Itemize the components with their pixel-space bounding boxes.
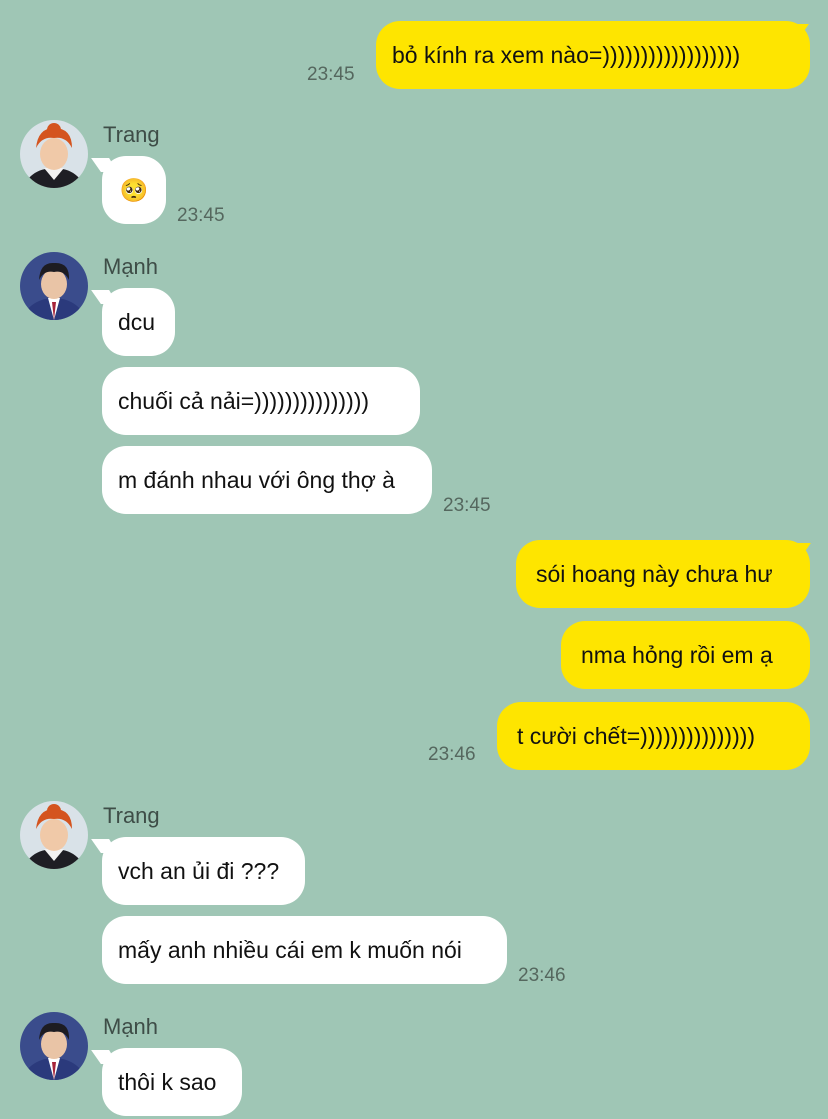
sender-name: Trang bbox=[103, 803, 160, 828]
avatar-trang-image bbox=[20, 801, 88, 869]
message-bubble-outgoing[interactable]: bỏ kính ra xem nào=)))))))))))))))))) bbox=[376, 21, 810, 89]
avatar-manh[interactable] bbox=[20, 1012, 88, 1080]
avatar-manh[interactable] bbox=[20, 252, 88, 320]
sender-name: Mạnh bbox=[103, 1014, 159, 1039]
message-bubble-incoming[interactable]: mấy anh nhiều cái em k muốn nói bbox=[102, 916, 507, 984]
message-timestamp: 23:46 bbox=[428, 744, 476, 765]
avatar-trang-image bbox=[20, 120, 88, 188]
message-bubble-incoming[interactable]: dcu bbox=[102, 288, 175, 356]
avatar-manh-image bbox=[20, 1012, 88, 1080]
avatar-trang[interactable] bbox=[20, 120, 88, 188]
sender-name: Trang bbox=[103, 122, 160, 147]
message-bubble-outgoing[interactable]: t cười chết=))))))))))))))) bbox=[497, 702, 810, 770]
message-timestamp: 23:45 bbox=[307, 64, 355, 85]
message-bubble-incoming[interactable]: thôi k sao bbox=[102, 1048, 242, 1116]
message-timestamp: 23:45 bbox=[177, 205, 225, 226]
message-bubble-incoming[interactable]: 🥺 bbox=[102, 156, 166, 224]
avatar-manh-image bbox=[20, 252, 88, 320]
message-timestamp: 23:46 bbox=[518, 965, 566, 986]
message-bubble-outgoing[interactable]: nma hỏng rồi em ạ bbox=[561, 621, 810, 689]
sender-name: Mạnh bbox=[103, 254, 159, 279]
message-bubble-outgoing[interactable]: sói hoang này chưa hư bbox=[516, 540, 810, 608]
message-bubble-incoming[interactable]: m đánh nhau với ông thợ à bbox=[102, 446, 432, 514]
message-timestamp: 23:45 bbox=[443, 495, 491, 516]
avatar-trang[interactable] bbox=[20, 801, 88, 869]
message-bubble-incoming[interactable]: vch an ủi đi ??? bbox=[102, 837, 305, 905]
message-bubble-incoming[interactable]: chuối cả nải=))))))))))))))) bbox=[102, 367, 420, 435]
